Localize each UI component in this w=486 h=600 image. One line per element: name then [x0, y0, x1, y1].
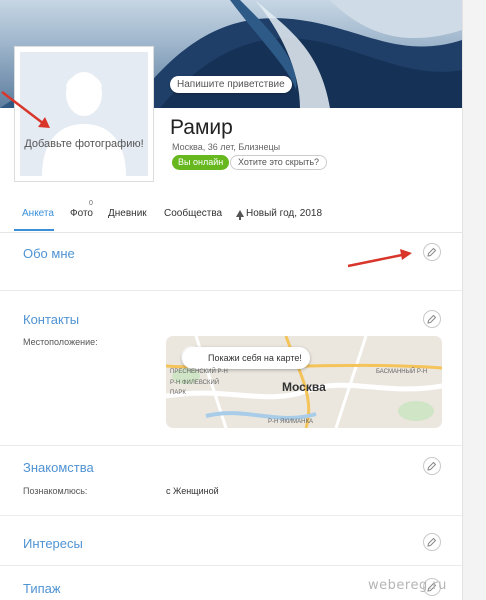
red-arrow-icon [347, 249, 412, 268]
annotation-arrows [1, 91, 412, 268]
red-arrow-icon [1, 91, 50, 128]
watermark-text: webereg.ru [368, 578, 447, 593]
